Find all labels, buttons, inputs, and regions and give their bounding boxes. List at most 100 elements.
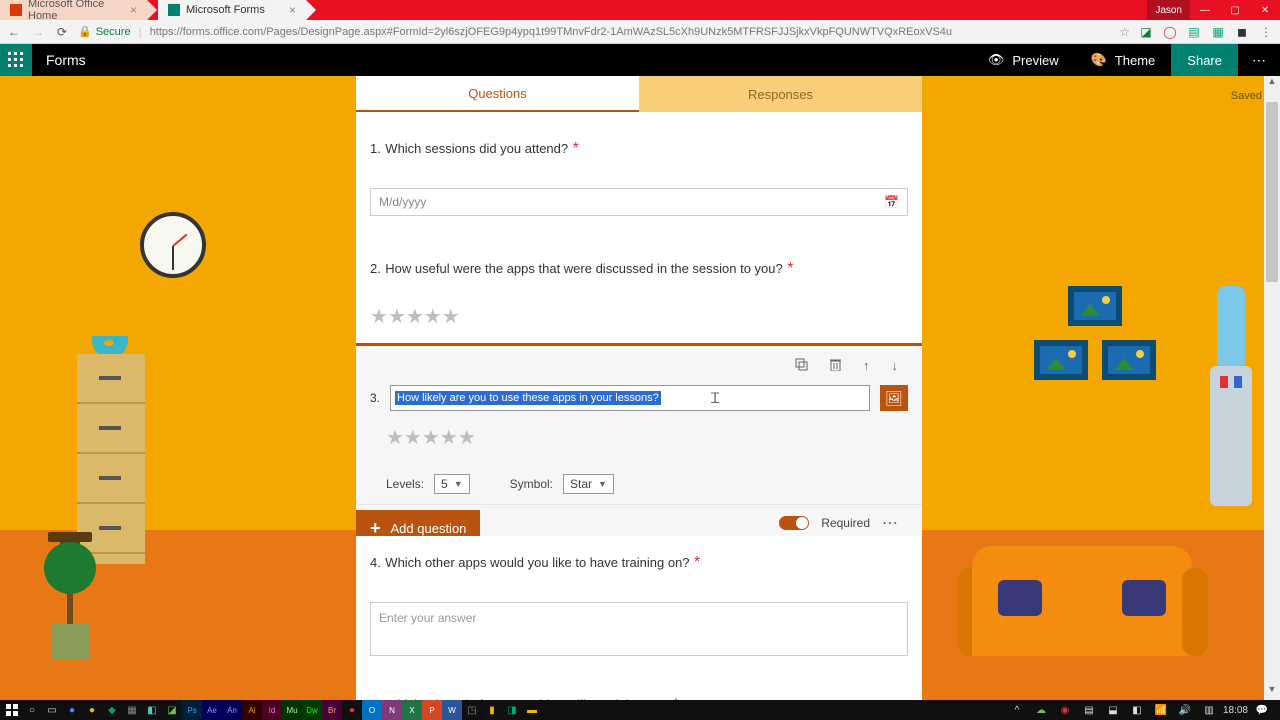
question-5[interactable]: 5. Which other platforms would you like …: [356, 670, 922, 700]
more-options-button[interactable]: ⋯: [882, 513, 900, 533]
chrome-menu-icon[interactable]: ⋮: [1258, 24, 1274, 40]
calendar-icon[interactable]: 📅: [884, 195, 899, 209]
question-text: Which other apps would you like to have …: [385, 555, 689, 570]
insert-image-button[interactable]: 🖼: [880, 385, 908, 411]
theme-icon: 🎨: [1091, 52, 1107, 68]
copy-button[interactable]: [795, 358, 808, 373]
text-answer-input[interactable]: Enter your answer: [370, 602, 908, 656]
cortana-button[interactable]: ○: [22, 700, 42, 720]
wifi-icon[interactable]: 📶: [1151, 700, 1171, 720]
extension-icon[interactable]: ▦: [1210, 24, 1226, 40]
window-close[interactable]: ✕: [1250, 0, 1280, 20]
more-button[interactable]: ⋯: [1238, 52, 1280, 69]
taskbar-clock[interactable]: 18:08: [1223, 705, 1248, 716]
taskbar-app[interactable]: ◳: [462, 700, 482, 720]
bg-water-cooler: [1210, 286, 1252, 506]
extension-icon[interactable]: ◪: [1138, 24, 1154, 40]
tray-icon[interactable]: ⬓: [1103, 700, 1123, 720]
close-tab-icon[interactable]: ×: [289, 3, 296, 17]
taskbar-app[interactable]: ▬: [522, 700, 542, 720]
taskbar-app[interactable]: W: [442, 700, 462, 720]
move-up-button[interactable]: ↑: [863, 358, 870, 373]
secure-indicator[interactable]: 🔒 Secure: [78, 25, 131, 38]
taskbar-app[interactable]: ▮: [482, 700, 502, 720]
taskbar-app[interactable]: Dw: [302, 700, 322, 720]
share-button[interactable]: Share: [1171, 44, 1238, 76]
required-toggle[interactable]: [779, 516, 809, 530]
taskbar-app[interactable]: N: [382, 700, 402, 720]
taskbar-app[interactable]: An: [222, 700, 242, 720]
question-1[interactable]: 1. Which sessions did you attend? *: [356, 112, 922, 174]
preview-button[interactable]: 👁 Preview: [972, 44, 1075, 76]
url-text[interactable]: https://forms.office.com/Pages/DesignPag…: [150, 26, 1112, 38]
lock-icon: 🔒: [78, 25, 92, 38]
browser-tab-office-home[interactable]: Microsoft Office Home ×: [0, 0, 148, 20]
notifications-icon[interactable]: 💬: [1252, 700, 1272, 720]
taskbar-app[interactable]: ●: [342, 700, 362, 720]
star-icon[interactable]: ☆: [1119, 25, 1130, 39]
taskbar-app[interactable]: ▦: [122, 700, 142, 720]
extension-icon[interactable]: ◼: [1234, 24, 1250, 40]
scroll-down-icon[interactable]: ▼: [1264, 684, 1280, 700]
extension-icon[interactable]: ◯: [1162, 24, 1178, 40]
volume-icon[interactable]: 🔊: [1175, 700, 1195, 720]
task-view-button[interactable]: ▭: [42, 700, 62, 720]
question-4[interactable]: 4. Which other apps would you like to ha…: [356, 536, 922, 588]
taskbar-app[interactable]: ●: [62, 700, 82, 720]
taskbar-app[interactable]: ◪: [162, 700, 182, 720]
delete-button[interactable]: [830, 358, 841, 373]
taskbar-app[interactable]: ◨: [502, 700, 522, 720]
symbol-select[interactable]: Star ▼: [563, 474, 614, 494]
app-name[interactable]: Forms: [32, 52, 100, 68]
question-number: 2.: [370, 261, 381, 276]
tray-icon[interactable]: ☁: [1031, 700, 1051, 720]
chrome-user-badge[interactable]: Jason: [1147, 0, 1190, 20]
question-text-input[interactable]: How likely are you to use these apps in …: [390, 385, 870, 411]
taskbar-app[interactable]: ◧: [142, 700, 162, 720]
tab-responses[interactable]: Responses: [639, 76, 922, 112]
taskbar-app[interactable]: X: [402, 700, 422, 720]
close-tab-icon[interactable]: ×: [130, 3, 137, 17]
scroll-up-icon[interactable]: ▲: [1264, 76, 1280, 92]
taskbar-app[interactable]: ●: [82, 700, 102, 720]
question-number: 4.: [370, 555, 381, 570]
image-icon: 🖼: [885, 390, 903, 407]
taskbar-app[interactable]: Mu: [282, 700, 302, 720]
back-button[interactable]: ←: [6, 25, 22, 39]
theme-button[interactable]: 🎨 Theme: [1075, 44, 1172, 76]
levels-label: Levels:: [386, 477, 424, 491]
window-minimize[interactable]: —: [1190, 0, 1220, 20]
required-asterisk: *: [787, 260, 793, 277]
start-button[interactable]: [2, 700, 22, 720]
system-tray[interactable]: ^ ☁ ◉ ▤ ⬓ ◧ 📶 🔊 ▥ 18:08 💬: [1007, 700, 1278, 720]
move-down-button[interactable]: ↓: [892, 358, 899, 373]
office-icon: [10, 4, 22, 16]
tray-icon[interactable]: ◉: [1055, 700, 1075, 720]
taskbar-app[interactable]: Br: [322, 700, 342, 720]
forward-button[interactable]: →: [30, 25, 46, 39]
scrollbar-thumb[interactable]: [1266, 102, 1278, 282]
page-scrollbar[interactable]: ▲ ▼: [1264, 76, 1280, 700]
taskbar-app[interactable]: Ai: [242, 700, 262, 720]
taskbar-app[interactable]: Ps: [182, 700, 202, 720]
tray-icon[interactable]: ^: [1007, 700, 1027, 720]
taskbar-app[interactable]: Id: [262, 700, 282, 720]
tray-icon[interactable]: ▥: [1199, 700, 1219, 720]
taskbar-app[interactable]: O: [362, 700, 382, 720]
date-input[interactable]: M/d/yyyy 📅: [370, 188, 908, 216]
tab-questions[interactable]: Questions: [356, 76, 639, 112]
bg-plant: [44, 546, 96, 660]
app-launcher[interactable]: [0, 44, 32, 76]
window-maximize[interactable]: ▢: [1220, 0, 1250, 20]
browser-tab-forms[interactable]: Microsoft Forms ×: [158, 0, 306, 20]
taskbar-app[interactable]: Ae: [202, 700, 222, 720]
taskbar-app[interactable]: P: [422, 700, 442, 720]
rating-stars[interactable]: ★★★★★: [356, 294, 922, 343]
extension-icon[interactable]: ▤: [1186, 24, 1202, 40]
tray-icon[interactable]: ▤: [1079, 700, 1099, 720]
tray-icon[interactable]: ◧: [1127, 700, 1147, 720]
reload-button[interactable]: ⟳: [54, 25, 70, 39]
question-2[interactable]: 2. How useful were the apps that were di…: [356, 216, 922, 294]
levels-select[interactable]: 5 ▼: [434, 474, 470, 494]
taskbar-app[interactable]: ◆: [102, 700, 122, 720]
